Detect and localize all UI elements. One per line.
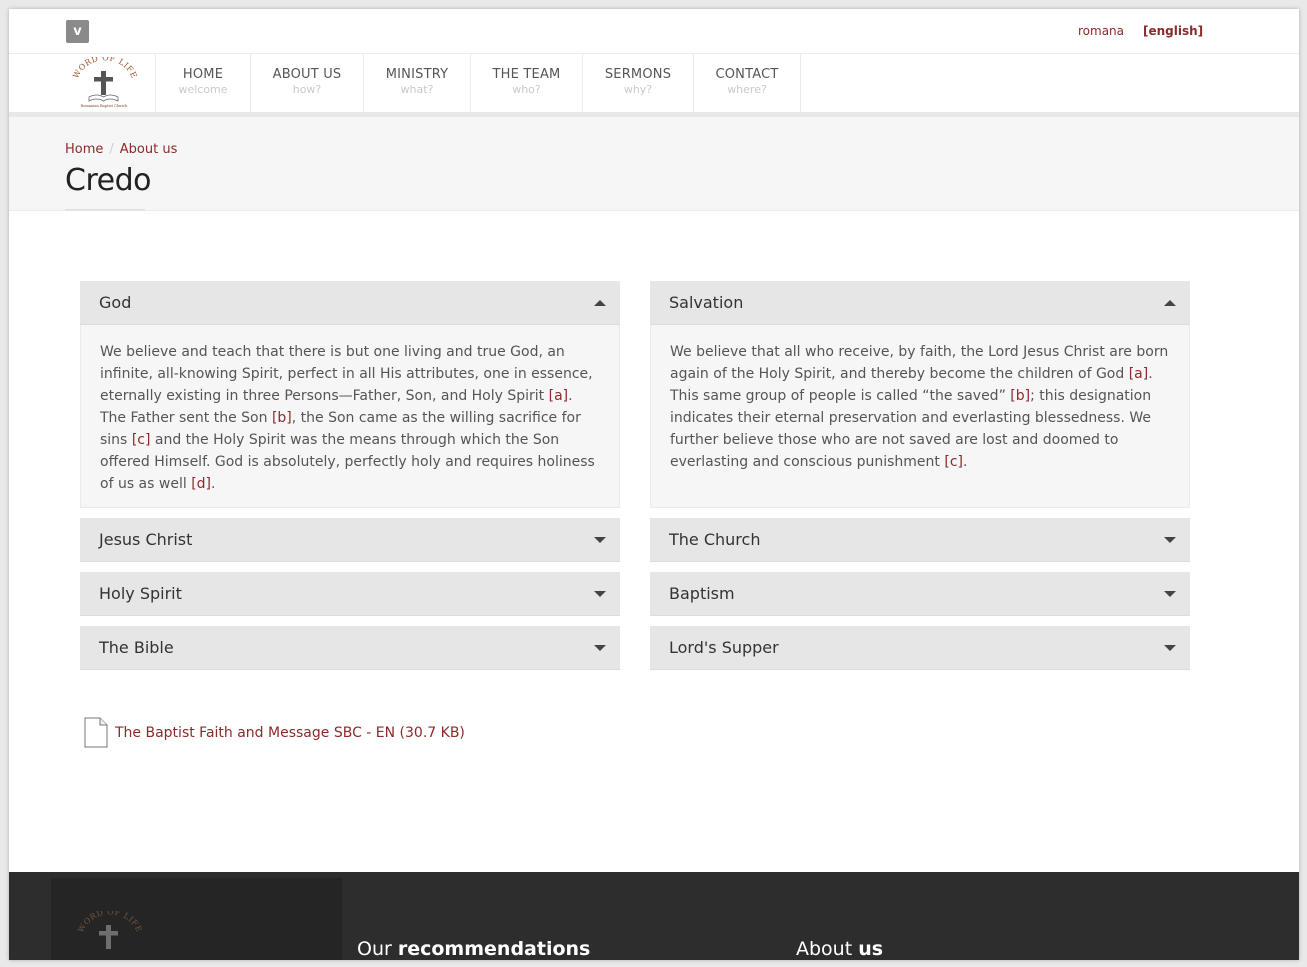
svg-text:Romanian Baptist Church: Romanian Baptist Church (80, 104, 128, 108)
footer-logo-icon: WORD OF LIFE (76, 911, 143, 949)
accordion-the-bible: The Bible (80, 626, 620, 670)
accordion-title: The Church (669, 530, 761, 549)
caret-down-icon (1164, 645, 1176, 651)
footnote-link-c[interactable]: [c] (132, 432, 151, 448)
footnote-link-b[interactable]: [b] (272, 410, 292, 426)
heading-light: Our (357, 938, 398, 960)
nav-item-the-team[interactable]: THE TEAM who? (470, 53, 582, 112)
accordion-header-the-church[interactable]: The Church (650, 518, 1190, 562)
footer-heading-about-us: About us (796, 938, 883, 960)
nav-label: HOME (182, 67, 224, 82)
title-underline (65, 209, 145, 211)
nav-label: THE TEAM (492, 67, 561, 82)
main-nav: HOME welcome ABOUT US how? MINISTRY what… (155, 53, 801, 112)
caret-down-icon (594, 645, 606, 651)
logo-icon: WORD OF LIFE Romanian Baptist Church (71, 53, 138, 108)
nav-item-ministry[interactable]: MINISTRY what? (363, 53, 470, 112)
nav-item-home[interactable]: HOME welcome (155, 53, 250, 112)
title-band: Home / About us Credo (9, 117, 1299, 211)
accordion-header-jesus-christ[interactable]: Jesus Christ (80, 518, 620, 562)
footer-logo-box: WORD OF LIFE (51, 878, 342, 960)
nav-label: MINISTRY (385, 67, 449, 82)
footnote-link-b[interactable]: [b] (1010, 388, 1030, 404)
accordion-header-baptism[interactable]: Baptism (650, 572, 1190, 616)
caret-up-icon (1164, 300, 1176, 306)
body-text: . (963, 454, 968, 470)
nav-sub: who? (512, 83, 541, 96)
footnote-link-a[interactable]: [a] (1129, 366, 1149, 382)
accordion-salvation: Salvation We believe that all who receiv… (650, 281, 1190, 508)
accordion-title: Holy Spirit (99, 584, 182, 603)
accordion-right: Salvation We believe that all who receiv… (650, 281, 1190, 680)
footnote-link-a[interactable]: [a] (549, 388, 569, 404)
footnote-link-d[interactable]: [d] (191, 476, 211, 492)
accordion-header-god[interactable]: God (80, 281, 620, 325)
footnote-link-c[interactable]: [c] (944, 454, 963, 470)
accordion-header-salvation[interactable]: Salvation (650, 281, 1190, 325)
body-text: . (211, 476, 216, 492)
nav-label: CONTACT (715, 67, 779, 82)
top-bar: v romana [english] (9, 9, 1299, 54)
nav-item-contact[interactable]: CONTACT where? (693, 53, 801, 112)
nav-label: ABOUT US (272, 67, 342, 82)
heading-bold: recommendations (397, 938, 591, 960)
accordion-baptism: Baptism (650, 572, 1190, 616)
lang-romana-link[interactable]: romana (1078, 24, 1124, 38)
accordion-header-lords-supper[interactable]: Lord's Supper (650, 626, 1190, 670)
body-text: We believe and teach that there is but o… (100, 344, 593, 404)
header: WORD OF LIFE Romanian Baptist Church HOM… (9, 53, 1299, 117)
nav-item-sermons[interactable]: SERMONS why? (582, 53, 693, 112)
page-title: Credo (65, 163, 151, 198)
caret-down-icon (1164, 537, 1176, 543)
accordion-body-god: We believe and teach that there is but o… (80, 325, 620, 508)
heading-bold: us (858, 938, 884, 960)
accordion-header-the-bible[interactable]: The Bible (80, 626, 620, 670)
breadcrumb: Home / About us (65, 142, 177, 157)
download-link[interactable]: The Baptist Faith and Message SBC - EN (… (115, 725, 465, 741)
body-text: and the Holy Spirit was the means throug… (100, 432, 595, 492)
accordion-the-church: The Church (650, 518, 1190, 562)
vimeo-icon[interactable]: v (66, 20, 89, 43)
nav-sub: what? (400, 83, 434, 96)
caret-up-icon (594, 300, 606, 306)
lang-english-link[interactable]: [english] (1143, 24, 1203, 38)
nav-sub: welcome (178, 83, 228, 96)
breadcrumb-about-us-link[interactable]: About us (120, 142, 178, 157)
caret-down-icon (594, 591, 606, 597)
accordion-title: Jesus Christ (99, 530, 193, 549)
accordion-title: Lord's Supper (669, 638, 779, 657)
breadcrumb-home-link[interactable]: Home (65, 142, 103, 157)
breadcrumb-separator: / (109, 142, 114, 157)
nav-sub: how? (292, 83, 322, 96)
accordion-header-holy-spirit[interactable]: Holy Spirit (80, 572, 620, 616)
accordion-jesus-christ: Jesus Christ (80, 518, 620, 562)
accordion-body-salvation: We believe that all who receive, by fait… (650, 325, 1190, 508)
accordion-title: Baptism (669, 584, 735, 603)
footer: WORD OF LIFE Our recommendations About u… (9, 872, 1299, 960)
accordion-title: God (99, 293, 132, 312)
accordion-left: God We believe and teach that there is b… (80, 281, 620, 680)
nav-sub: why? (623, 83, 653, 96)
caret-down-icon (1164, 591, 1176, 597)
accordion-god: God We believe and teach that there is b… (80, 281, 620, 508)
nav-item-about-us[interactable]: ABOUT US how? (250, 53, 363, 112)
nav-sub: where? (727, 83, 767, 96)
accordion-title: Salvation (669, 293, 744, 312)
accordion-holy-spirit: Holy Spirit (80, 572, 620, 616)
caret-down-icon (594, 537, 606, 543)
file-icon (84, 717, 108, 748)
footer-heading-recommendations: Our recommendations (357, 938, 590, 960)
nav-label: SERMONS (604, 67, 672, 82)
page: v romana [english] WORD OF LIFE Romanian… (9, 9, 1299, 960)
site-logo[interactable]: WORD OF LIFE Romanian Baptist Church (65, 53, 155, 109)
accordion-lords-supper: Lord's Supper (650, 626, 1190, 670)
body-text: We believe that all who receive, by fait… (670, 344, 1169, 382)
heading-light: About (796, 938, 859, 960)
accordion-title: The Bible (99, 638, 174, 657)
